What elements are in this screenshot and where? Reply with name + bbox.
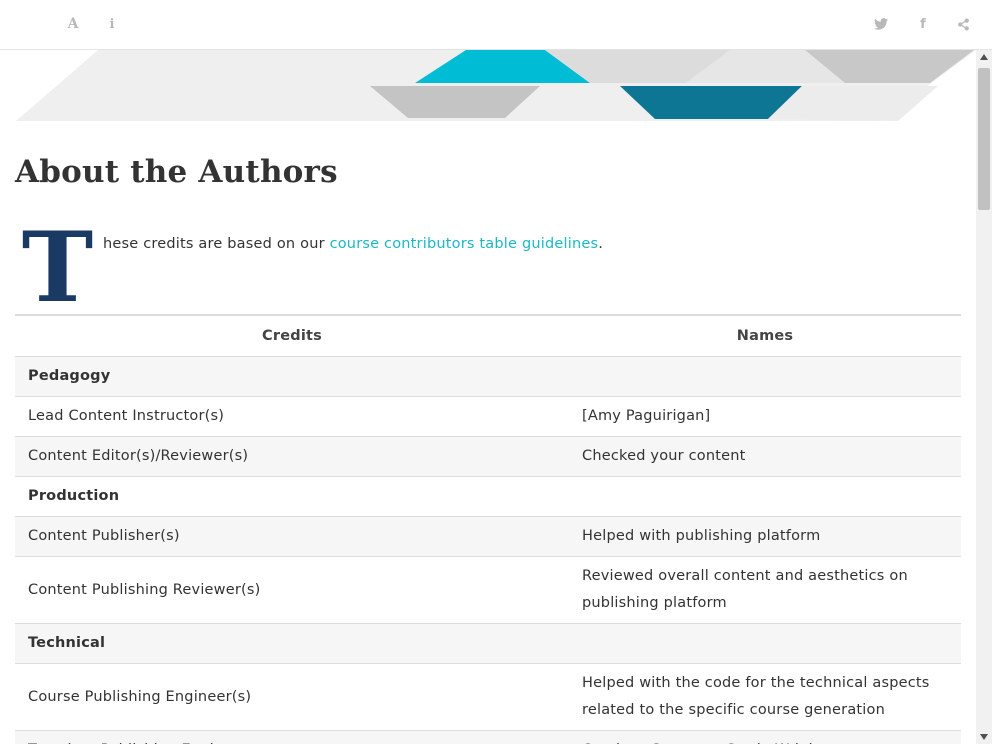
credit-cell: Content Publisher(s)	[15, 516, 569, 557]
table-row: Pedagogy	[15, 356, 961, 397]
credit-cell: Lead Content Instructor(s)	[15, 396, 569, 437]
intro-paragraph: hese credits are based on our course con…	[103, 236, 603, 252]
name-cell: Helped with the code for the technical a…	[569, 663, 961, 731]
table-row: Content Publishing Reviewer(s) Reviewed …	[15, 556, 961, 624]
scroll-up-arrow-icon[interactable]	[976, 50, 992, 64]
credit-cell: Technical	[15, 623, 569, 664]
intro-text: hese credits are based on our	[103, 236, 330, 252]
name-cell: Checked your content	[569, 436, 961, 477]
credits-table: Credits Names Pedagogy Lead Content Inst…	[15, 314, 961, 744]
scrollbar-thumb[interactable]	[978, 68, 990, 210]
table-header-row: Credits Names	[15, 314, 961, 357]
name-cell	[569, 623, 961, 664]
name-cell	[569, 476, 961, 517]
main-content[interactable]: About the Authors T hese credits are bas…	[0, 50, 976, 744]
info-icon[interactable]: i	[102, 14, 122, 34]
font-size-icon[interactable]: A	[63, 14, 83, 34]
name-cell: Candace Savonen, Carrie Wright	[569, 730, 961, 744]
credit-cell: Production	[15, 476, 569, 517]
contributors-guidelines-link[interactable]: course contributors table guidelines	[330, 236, 599, 252]
facebook-icon[interactable]: f	[913, 14, 933, 34]
intro-end: .	[598, 236, 604, 252]
table-row: Template Publishing Engineers Candace Sa…	[15, 730, 961, 744]
name-cell: Helped with publishing platform	[569, 516, 961, 557]
table-row: Technical	[15, 623, 961, 664]
vertical-scrollbar[interactable]	[976, 50, 992, 744]
name-cell: Reviewed overall content and aesthetics …	[569, 556, 961, 624]
scroll-down-arrow-icon[interactable]	[976, 730, 992, 744]
credit-cell: Template Publishing Engineers	[15, 730, 569, 744]
share-icon[interactable]	[953, 14, 973, 34]
table-row: Content Publisher(s) Helped with publish…	[15, 516, 961, 557]
name-cell	[569, 356, 961, 397]
dropcap-letter: T	[21, 211, 94, 324]
credit-cell: Course Publishing Engineer(s)	[15, 663, 569, 731]
column-header-names: Names	[569, 314, 961, 357]
table-row: Production	[15, 476, 961, 517]
top-toolbar: A i f	[0, 0, 992, 50]
header-banner	[16, 50, 976, 121]
table-row: Course Publishing Engineer(s) Helped wit…	[15, 663, 961, 731]
credit-cell: Content Editor(s)/Reviewer(s)	[15, 436, 569, 477]
table-row: Content Editor(s)/Reviewer(s) Checked yo…	[15, 436, 961, 477]
twitter-icon[interactable]	[871, 14, 891, 34]
credit-cell: Pedagogy	[15, 356, 569, 397]
name-cell: [Amy Paguirigan]	[569, 396, 961, 437]
page-title: About the Authors	[15, 154, 338, 190]
column-header-credits: Credits	[15, 314, 569, 357]
table-row: Lead Content Instructor(s) [Amy Paguirig…	[15, 396, 961, 437]
credit-cell: Content Publishing Reviewer(s)	[15, 556, 569, 624]
